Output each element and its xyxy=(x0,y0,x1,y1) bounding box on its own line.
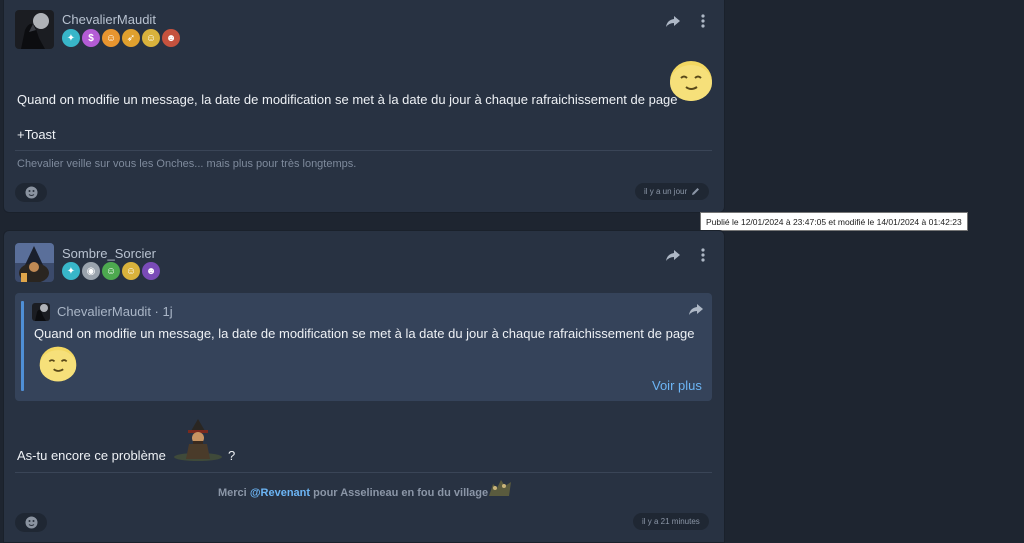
quote-share-icon[interactable] xyxy=(687,300,705,318)
message-suffix: ? xyxy=(228,448,236,463)
more-options-icon[interactable] xyxy=(694,12,712,30)
badge-list: ✦ $ ☺ ➶ ☺ ☻ xyxy=(62,29,180,47)
message-text: Quand on modifie un message, la date de … xyxy=(17,92,678,107)
quote-text: Quand on modifie un message, la date de … xyxy=(34,326,695,341)
emoji-icon xyxy=(25,516,37,529)
avatar[interactable] xyxy=(15,10,54,49)
share-icon[interactable] xyxy=(664,246,682,264)
post-card: Sombre_Sorcier ✦ ◉ ☺ ☺ ☻ ChevalierMaudit · 1… xyxy=(3,230,725,543)
reaction-button[interactable] xyxy=(15,513,47,532)
red-face-badge[interactable]: ☻ xyxy=(162,29,180,47)
message-text: As-tu encore ce problème xyxy=(17,448,166,463)
signature: Chevalier veille sur vous les Onches... … xyxy=(17,158,357,170)
reaction-button[interactable] xyxy=(15,183,47,202)
small-sticker xyxy=(489,480,511,496)
character-sticker xyxy=(174,419,222,461)
username[interactable]: Sombre_Sorcier xyxy=(62,246,156,261)
rocket-badge[interactable]: ➶ xyxy=(122,29,140,47)
quote-avatar[interactable] xyxy=(32,303,50,321)
timestamp-pill[interactable]: il y a un jour xyxy=(635,183,710,200)
green-hat-badge[interactable]: ☺ xyxy=(102,262,120,280)
quote-bar xyxy=(21,301,24,391)
timestamp: il y a 21 minutes xyxy=(642,517,700,526)
avatar[interactable] xyxy=(15,243,54,282)
timestamp: il y a un jour xyxy=(644,187,688,196)
username[interactable]: ChevalierMaudit xyxy=(62,12,156,27)
yellow-smiley-badge[interactable]: ☺ xyxy=(142,29,160,47)
purple-face-badge[interactable]: ☻ xyxy=(142,262,160,280)
timestamp-pill[interactable]: il y a 21 minutes xyxy=(633,513,709,530)
badge-list: ✦ ◉ ☺ ☺ ☻ xyxy=(62,262,160,280)
diamond-badge[interactable]: ✦ xyxy=(62,262,80,280)
helmet-badge[interactable]: ◉ xyxy=(82,262,100,280)
emoji-icon xyxy=(25,186,37,199)
edit-pencil-icon xyxy=(692,188,700,195)
signature-suffix: pour Asselineau en fou du village xyxy=(313,487,489,499)
message-extra: +Toast xyxy=(17,127,56,142)
orange-smiley-badge[interactable]: ☺ xyxy=(102,29,120,47)
diamond-badge[interactable]: ✦ xyxy=(62,29,80,47)
yellow-smiley-badge[interactable]: ☺ xyxy=(122,262,140,280)
smile-sticker xyxy=(39,346,77,382)
signature: Merci @Revenant pour Asselineau en fou d… xyxy=(218,487,488,499)
dollar-badge[interactable]: $ xyxy=(82,29,100,47)
quote-author[interactable]: ChevalierMaudit · 1j xyxy=(57,304,173,319)
divider xyxy=(15,150,712,151)
edit-date-tooltip: Publié le 12/01/2024 à 23:47:05 et modif… xyxy=(700,212,968,231)
see-more-link[interactable]: Voir plus xyxy=(652,378,702,393)
post-card: ChevalierMaudit ✦ $ ☺ ➶ ☺ ☻ Quand on modifie … xyxy=(3,0,725,213)
share-icon[interactable] xyxy=(664,12,682,30)
more-options-icon[interactable] xyxy=(694,246,712,264)
quoted-message: ChevalierMaudit · 1j Quand on modifie un… xyxy=(15,293,712,401)
smile-sticker xyxy=(670,61,712,101)
user-mention[interactable]: @Revenant xyxy=(250,487,310,499)
divider xyxy=(15,472,712,473)
signature-prefix: Merci xyxy=(218,487,247,499)
